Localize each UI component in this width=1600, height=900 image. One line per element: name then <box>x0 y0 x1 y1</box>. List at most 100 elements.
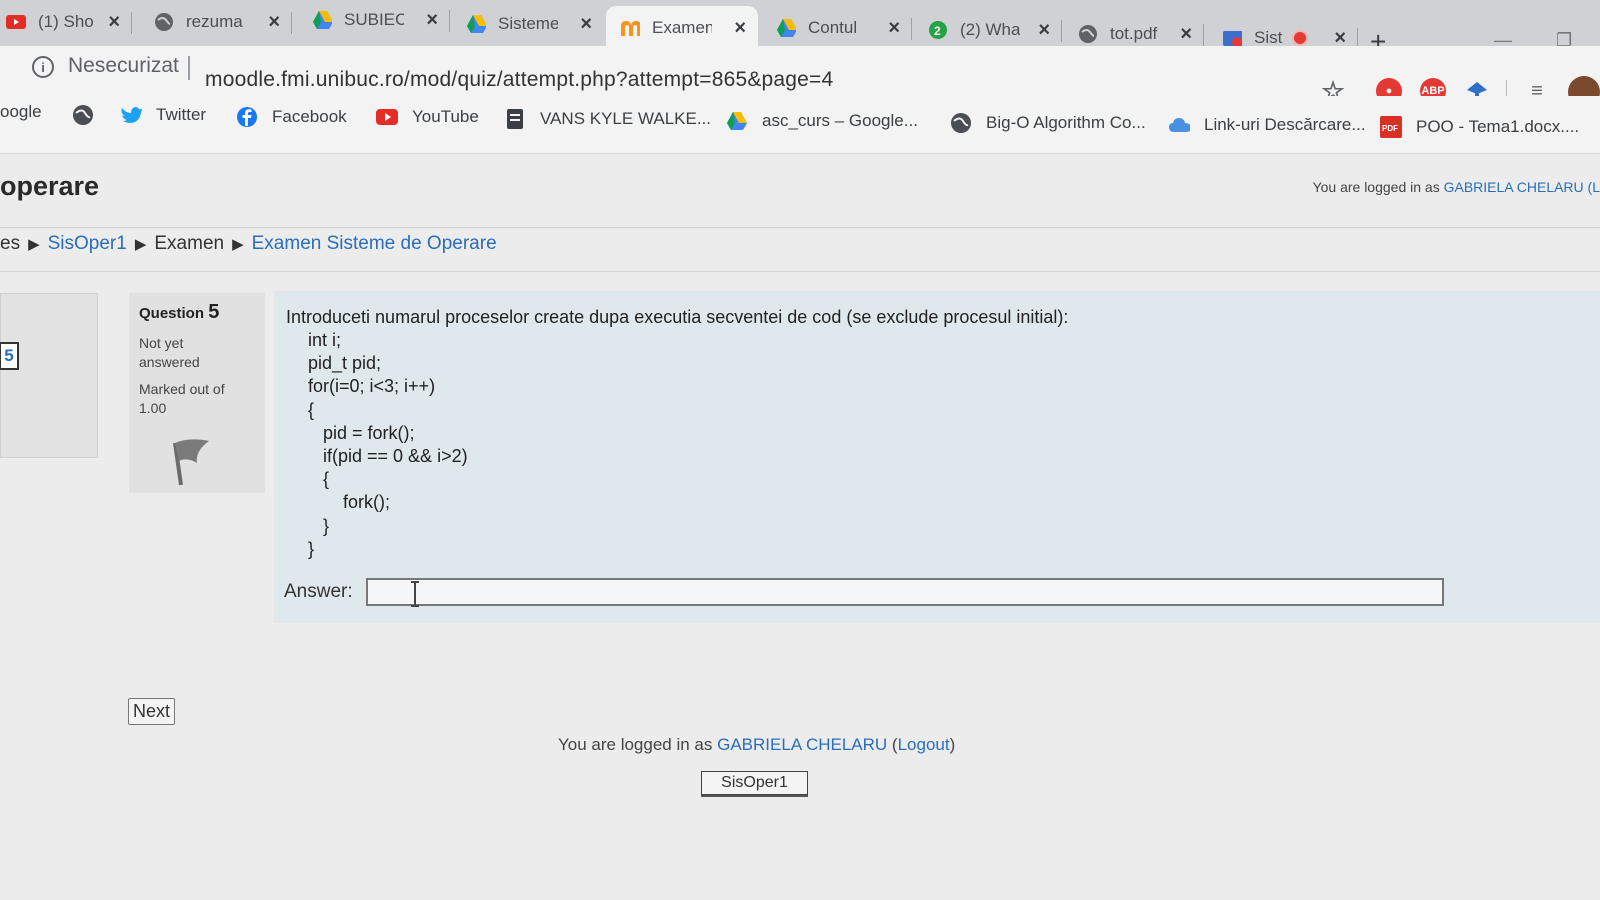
close-icon[interactable]: × <box>734 17 746 40</box>
whatsapp-icon: 2 <box>928 20 948 40</box>
tab-subiect[interactable]: SUBIEC × <box>298 0 450 40</box>
tab-label: Contul <box>808 18 858 37</box>
tab-label: rezuma <box>186 12 243 31</box>
breadcrumb-item[interactable]: es <box>0 233 20 255</box>
question-content: Introduceti numarul proceselor create du… <box>274 291 1600 623</box>
globe-icon <box>950 112 972 134</box>
close-icon[interactable]: × <box>108 11 120 34</box>
recording-icon <box>1292 30 1308 46</box>
google-drive-icon <box>776 18 796 38</box>
code-snippet: int i; pid_t pid; for(i=0; i<3; i++){ pid … <box>308 329 468 561</box>
logout-link[interactable]: Logout <box>898 735 950 754</box>
bookmark-link-uri[interactable]: Link-uri Descărcare... <box>1168 114 1366 136</box>
bookmark-poo-tema[interactable]: PDF POO - Tema1.docx.... <box>1380 116 1579 138</box>
bookmark-label: VANS KYLE WALKE... <box>540 109 712 128</box>
bookmarks-bar: oogle Twitter Facebook YouTube VANS KYLE… <box>0 96 1600 154</box>
text-cursor-icon <box>410 581 419 607</box>
mail-icon <box>1222 28 1242 48</box>
close-icon[interactable]: × <box>1038 19 1050 42</box>
bookmark-label: POO - Tema1.docx.... <box>1416 117 1580 136</box>
tab-label: SUBIEC <box>344 10 404 29</box>
bookmark-asc-curs[interactable]: asc_curs – Google... <box>726 110 918 132</box>
breadcrumb-arrow-icon: ▶ <box>28 236 40 253</box>
close-icon[interactable]: × <box>580 13 592 36</box>
tab-label: (2) Wha <box>960 20 1020 39</box>
breadcrumb-quiz-link[interactable]: Examen Sisteme de Operare <box>252 233 497 255</box>
tab-examen[interactable]: Examen × <box>606 6 758 50</box>
bookmark-big-o[interactable]: Big-O Algorithm Co... <box>950 112 1146 134</box>
question-number: Question 5 <box>139 301 255 324</box>
svg-text:2: 2 <box>934 24 941 38</box>
twitter-icon <box>120 104 142 126</box>
tab-label: Sist <box>1254 28 1283 47</box>
bookmark-vans[interactable]: VANS KYLE WALKE... <box>504 108 711 130</box>
divider <box>0 227 1600 228</box>
login-info-footer: You are logged in as GABRIELA CHELARU (L… <box>558 735 956 754</box>
code-line: } <box>308 538 315 559</box>
code-line: pid = fork(); <box>308 422 415 443</box>
browser-tab-strip: (1) Sho × rezuma × SUBIEC × Sisteme × Ex… <box>0 0 1600 57</box>
divider <box>0 271 1600 272</box>
bookmark-globe[interactable] <box>72 104 108 126</box>
close-icon[interactable]: × <box>268 11 280 34</box>
question-text: Introduceti numarul proceselor create du… <box>286 307 1069 327</box>
info-icon[interactable]: i <box>32 56 54 78</box>
bookmark-youtube[interactable]: YouTube <box>376 106 479 128</box>
bookmark-label: Facebook <box>272 107 347 126</box>
question-label: Question <box>139 305 205 322</box>
tab-contul[interactable]: Contul × <box>762 8 912 48</box>
code-line: { <box>308 469 330 490</box>
code-line: int i; <box>308 330 342 350</box>
moodle-page: operare You are logged in as GABRIELA CH… <box>0 155 1600 900</box>
security-label[interactable]: Nesecurizat <box>68 54 179 78</box>
bookmark-label: YouTube <box>412 107 479 126</box>
question-number-value: 5 <box>208 301 220 323</box>
youtube-icon <box>6 12 26 32</box>
next-button[interactable]: Next <box>128 698 175 725</box>
course-home-button[interactable]: SisOper1 <box>701 771 808 795</box>
sheet-icon <box>504 108 526 130</box>
moodle-icon <box>620 18 640 38</box>
login-prefix: You are logged in as <box>1312 179 1440 195</box>
close-icon[interactable]: × <box>426 9 438 32</box>
bookmark-google[interactable]: oogle <box>0 102 42 122</box>
quiz-navigation-block: 5 <box>0 293 98 458</box>
code-line: fork(); <box>308 492 391 513</box>
tab-label: Sisteme <box>498 14 558 33</box>
user-link[interactable]: GABRIELA CHELARU <box>717 735 887 754</box>
quiz-nav-question-button[interactable]: 5 <box>0 342 19 370</box>
cloud-icon <box>1168 114 1190 136</box>
globe-icon <box>154 12 174 32</box>
answer-input[interactable] <box>366 578 1444 606</box>
tab-rezumat[interactable]: rezuma × <box>140 2 292 42</box>
code-line: if(pid == 0 && i>2) <box>308 446 468 467</box>
breadcrumb-item: Examen <box>154 233 225 254</box>
login-info-top: You are logged in as GABRIELA CHELARU (L <box>1313 179 1600 195</box>
bookmark-label: asc_curs – Google... <box>762 111 918 130</box>
breadcrumb-course-link[interactable]: SisOper1 <box>48 233 127 255</box>
google-drive-icon <box>466 14 486 34</box>
answer-label: Answer: <box>284 581 353 602</box>
close-icon[interactable]: × <box>888 17 900 40</box>
bookmark-twitter[interactable]: Twitter <box>120 104 206 126</box>
tab-youtube[interactable]: (1) Sho × <box>0 2 132 42</box>
tab-whatsapp[interactable]: 2 (2) Wha × <box>914 10 1062 50</box>
question-grade: Marked out of 1.00 <box>139 381 225 416</box>
login-prefix: You are logged in as <box>558 735 713 754</box>
code-line: } <box>308 515 330 536</box>
tab-sisteme[interactable]: Sisteme × <box>452 4 604 44</box>
tab-label: tot.pdf <box>1110 24 1158 43</box>
pdf-icon: PDF <box>1380 116 1402 138</box>
tab-label: Examen <box>652 18 712 37</box>
close-icon[interactable]: × <box>1180 23 1192 46</box>
google-drive-icon <box>726 110 748 132</box>
bookmark-facebook[interactable]: Facebook <box>236 106 347 128</box>
youtube-icon <box>376 106 398 128</box>
user-link[interactable]: GABRIELA CHELARU (L <box>1444 179 1600 195</box>
url-field[interactable]: moodle.fmi.unibuc.ro/mod/quiz/attempt.ph… <box>205 68 833 92</box>
address-separator <box>188 56 190 80</box>
breadcrumb-arrow-icon: ▶ <box>134 236 147 253</box>
tab-label: (1) Sho <box>38 12 94 31</box>
flag-question-icon[interactable] <box>167 435 213 492</box>
question-state: Not yet answered <box>139 335 200 370</box>
